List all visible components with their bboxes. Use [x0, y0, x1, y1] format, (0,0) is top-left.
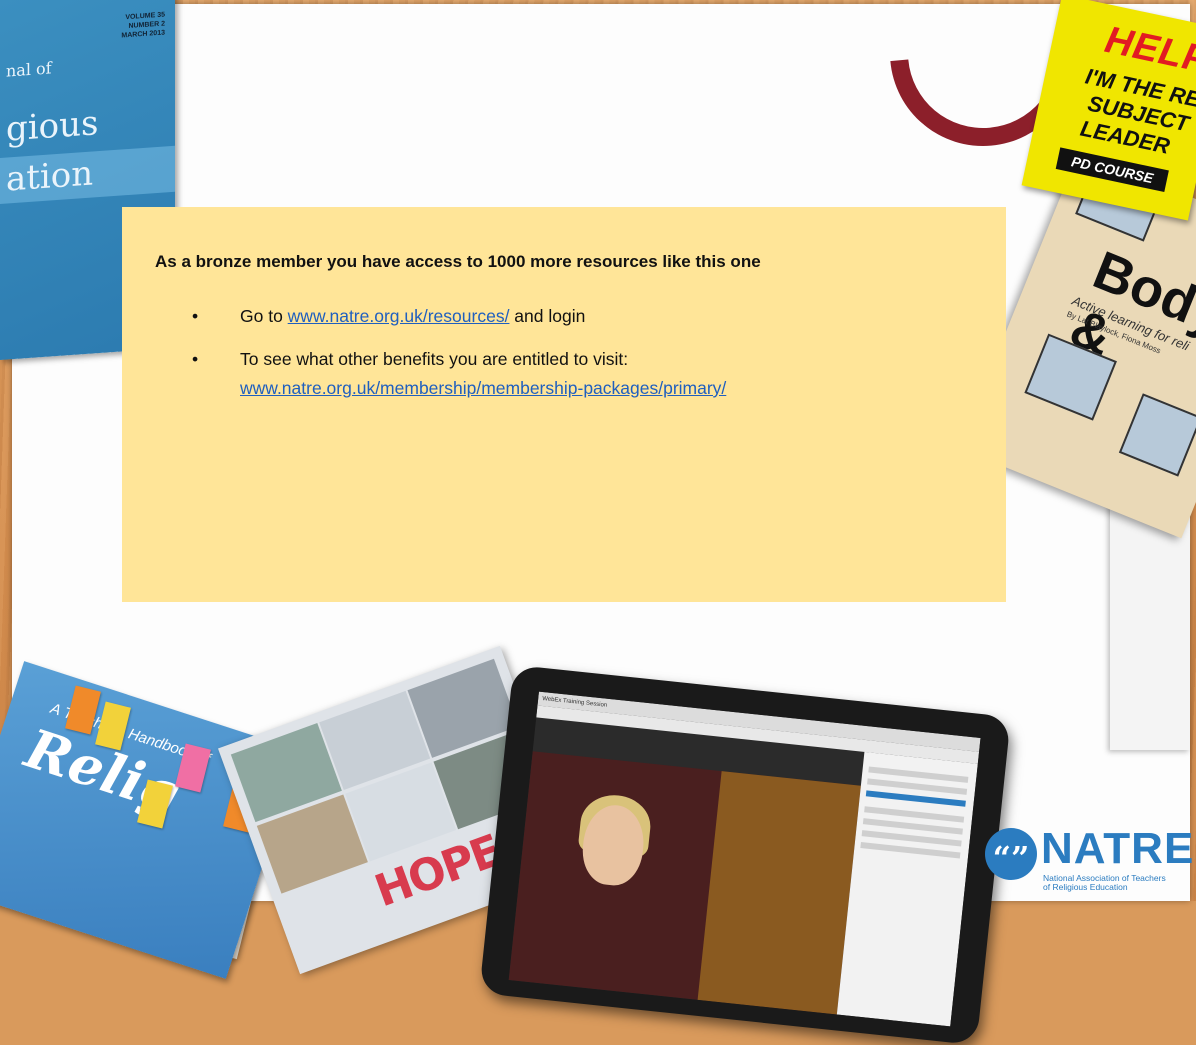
resources-link[interactable]: www.natre.org.uk/resources/ — [288, 306, 510, 326]
logo-tagline: National Association of Teachers of Reli… — [1043, 874, 1193, 892]
logo-word: NATRE — [1041, 824, 1195, 873]
logo-tagline-2: of Religious Education — [1043, 882, 1128, 892]
tablet-device: WebEx Training Session — [479, 664, 1011, 1045]
list-item: To see what other benefits you are entit… — [192, 345, 726, 403]
natre-logo: “” NATRE National Association of Teacher… — [985, 822, 1193, 892]
list-item: Go to www.natre.org.uk/resources/ and lo… — [192, 302, 726, 331]
item-text: and login — [509, 306, 586, 326]
callout-title: As a bronze member you have access to 10… — [155, 252, 761, 271]
item-text: Go to — [240, 306, 288, 326]
journal-title-2: gious — [6, 103, 99, 150]
journal-title-1: nal of — [6, 58, 52, 81]
membership-link[interactable]: www.natre.org.uk/membership/membership-p… — [240, 378, 726, 398]
journal-title-3: ation — [6, 153, 94, 200]
journal-date: MARCH 2013 — [121, 29, 165, 40]
callout-list: Go to www.natre.org.uk/resources/ and lo… — [192, 302, 726, 417]
video-frame-2 — [697, 771, 861, 1015]
callout-box: As a bronze member you have access to 10… — [122, 207, 1006, 602]
quote-mark-icon: “” — [985, 828, 1037, 880]
tablet-screen: WebEx Training Session — [508, 691, 981, 1027]
item-text: To see what other benefits you are entit… — [240, 349, 629, 369]
journal-issue: VOLUME 35 NUMBER 2 MARCH 2013 — [121, 10, 165, 40]
book-illustration — [1118, 393, 1196, 477]
